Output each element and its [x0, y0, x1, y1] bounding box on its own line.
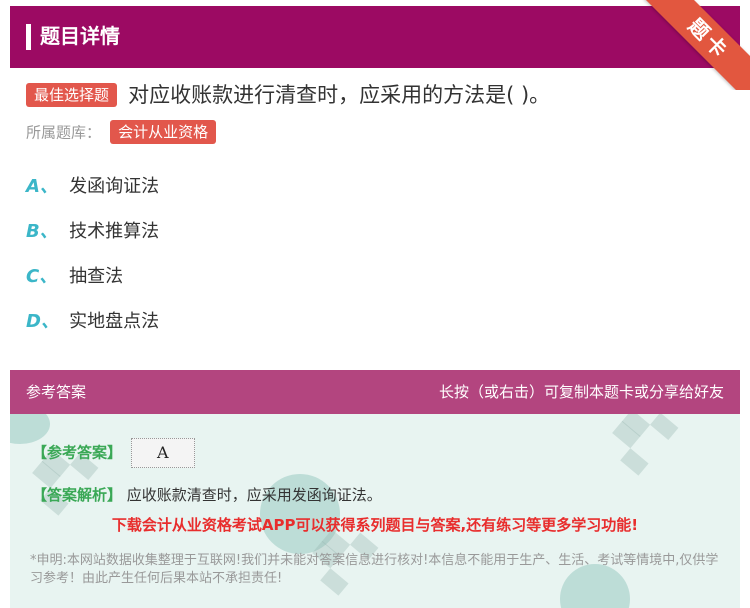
- option-text: 发函询证法: [69, 176, 160, 197]
- analysis-row: 【答案解析】 应收账款清查时，应采用发函询证法。: [32, 484, 382, 505]
- header-bar: 题目详情: [10, 6, 740, 68]
- page-title: 题目详情: [40, 24, 120, 48]
- option-text: 实地盘点法: [69, 311, 160, 332]
- header-accent: [26, 24, 31, 50]
- answer-value: A: [130, 438, 195, 468]
- ribbon-corner[interactable]: 题卡: [640, 0, 750, 90]
- option-b[interactable]: B、 技术推算法: [26, 217, 159, 262]
- option-letter: A、: [26, 176, 58, 197]
- option-list: A、 发函询证法 B、 技术推算法 C、 抽查法 D、 实地盘点法: [26, 172, 159, 352]
- analysis-label: 【答案解析】: [32, 486, 123, 504]
- option-a[interactable]: A、 发函询证法: [26, 172, 159, 217]
- app-download-link[interactable]: 下载会计从业资格考试APP可以获得系列题目与答案,还有练习等更多学习功能!: [10, 514, 740, 535]
- question-card-ribbon[interactable]: 题卡: [643, 0, 750, 90]
- question-line: 最佳选择题 对应收账款进行清查时，应采用的方法是( )。: [26, 78, 726, 114]
- answer-body: ▞▚ ▞▚ ▞▚ 【参考答案】 A 【答案解析】 应收账款清查时，应采用发函询证…: [10, 414, 740, 608]
- option-letter: D、: [26, 311, 59, 332]
- option-letter: C、: [26, 266, 58, 287]
- option-text: 技术推算法: [69, 221, 160, 242]
- question-bank: 所属题库： 会计从业资格: [26, 120, 217, 146]
- answer-section-title: 参考答案: [26, 383, 87, 401]
- analysis-text: 应收账款清查时，应采用发函询证法。: [126, 486, 382, 504]
- option-d[interactable]: D、 实地盘点法: [26, 307, 159, 352]
- answer-label: 【参考答案】: [32, 443, 123, 462]
- question-text: 对应收账款进行清查时，应采用的方法是( )。: [128, 83, 551, 107]
- watermark-logo: ▞▚: [603, 414, 679, 476]
- disclaimer-text: *申明:本网站数据收集整理于互联网!我们并未能对答案信息进行核对!本信息不能用于…: [30, 553, 719, 586]
- option-text: 抽查法: [69, 266, 124, 287]
- answer-row: 【参考答案】 A: [32, 438, 195, 468]
- question-type-tag: 最佳选择题: [26, 83, 118, 107]
- bank-tag[interactable]: 会计从业资格: [110, 120, 217, 144]
- option-letter: B、: [26, 221, 58, 242]
- option-c[interactable]: C、 抽查法: [26, 262, 159, 307]
- bank-label: 所属题库：: [26, 123, 102, 142]
- answer-header: 参考答案 长按（或右击）可复制本题卡或分享给好友: [10, 370, 740, 414]
- share-hint: 长按（或右击）可复制本题卡或分享给好友: [438, 383, 724, 401]
